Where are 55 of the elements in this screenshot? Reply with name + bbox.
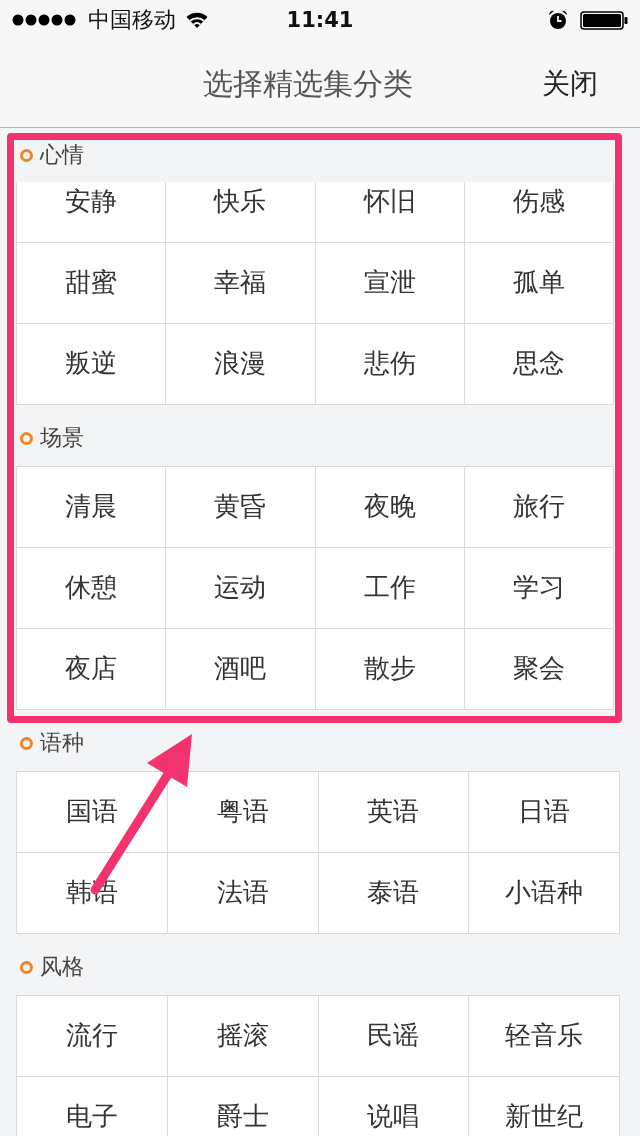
category-option[interactable]: 粤语: [167, 772, 319, 853]
category-option[interactable]: 幸福: [166, 243, 316, 324]
ring-icon: [20, 961, 33, 974]
category-option[interactable]: 宣泄: [315, 243, 465, 324]
category-option[interactable]: 旅行: [464, 467, 614, 548]
category-option[interactable]: 散步: [315, 629, 465, 710]
category-option[interactable]: 快乐: [166, 182, 316, 243]
section-title: 风格: [40, 954, 84, 981]
category-option[interactable]: 怀旧: [315, 182, 465, 243]
signal-strength-icon: [12, 14, 78, 26]
category-option[interactable]: 夜店: [17, 629, 167, 710]
category-option[interactable]: 说唱: [318, 1077, 470, 1136]
page-title: 选择精选集分类: [203, 65, 413, 102]
category-option[interactable]: 泰语: [318, 853, 470, 934]
category-option[interactable]: 国语: [17, 772, 168, 853]
category-option[interactable]: 安静: [17, 182, 167, 243]
clock-time: 11:41: [286, 9, 354, 31]
ring-icon: [20, 432, 33, 445]
close-button[interactable]: 关闭: [542, 66, 598, 101]
category-option[interactable]: 民谣: [318, 996, 470, 1077]
category-option[interactable]: 小语种: [469, 853, 620, 934]
battery-icon: [580, 10, 628, 30]
category-option[interactable]: 清晨: [17, 467, 167, 548]
category-option[interactable]: 休憩: [17, 548, 167, 629]
category-option[interactable]: 电子: [17, 1077, 168, 1136]
category-option[interactable]: 思念: [464, 324, 614, 405]
category-option[interactable]: 法语: [167, 853, 319, 934]
section-title: 语种: [40, 730, 84, 757]
category-option[interactable]: 悲伤: [315, 324, 465, 405]
category-option[interactable]: 叛逆: [17, 324, 167, 405]
category-option[interactable]: 工作: [315, 548, 465, 629]
category-option[interactable]: 聚会: [464, 629, 614, 710]
category-option[interactable]: 日语: [469, 772, 620, 853]
category-option[interactable]: 学习: [464, 548, 614, 629]
section-title: 心情: [40, 141, 84, 169]
category-option[interactable]: 英语: [318, 772, 470, 853]
ring-icon: [20, 148, 33, 162]
category-option[interactable]: 伤感: [464, 182, 614, 243]
category-option[interactable]: 爵士: [167, 1077, 319, 1136]
category-option[interactable]: 流行: [17, 996, 168, 1077]
category-option[interactable]: 新世纪: [469, 1077, 620, 1136]
category-option[interactable]: 浪漫: [166, 324, 316, 405]
alarm-clock-icon: [548, 10, 568, 30]
category-option[interactable]: 孤单: [464, 243, 614, 324]
carrier-name: 中国移动: [88, 9, 176, 31]
category-option[interactable]: 夜晚: [315, 467, 465, 548]
category-option[interactable]: 黄昏: [166, 467, 316, 548]
category-option[interactable]: 甜蜜: [17, 243, 167, 324]
category-option[interactable]: 运动: [166, 548, 316, 629]
category-option[interactable]: 酒吧: [166, 629, 316, 710]
section-title: 场景: [40, 425, 84, 452]
wifi-icon: [186, 12, 208, 28]
category-option[interactable]: 摇滚: [167, 996, 319, 1077]
category-option[interactable]: 轻音乐: [469, 996, 620, 1077]
ring-icon: [20, 737, 33, 750]
